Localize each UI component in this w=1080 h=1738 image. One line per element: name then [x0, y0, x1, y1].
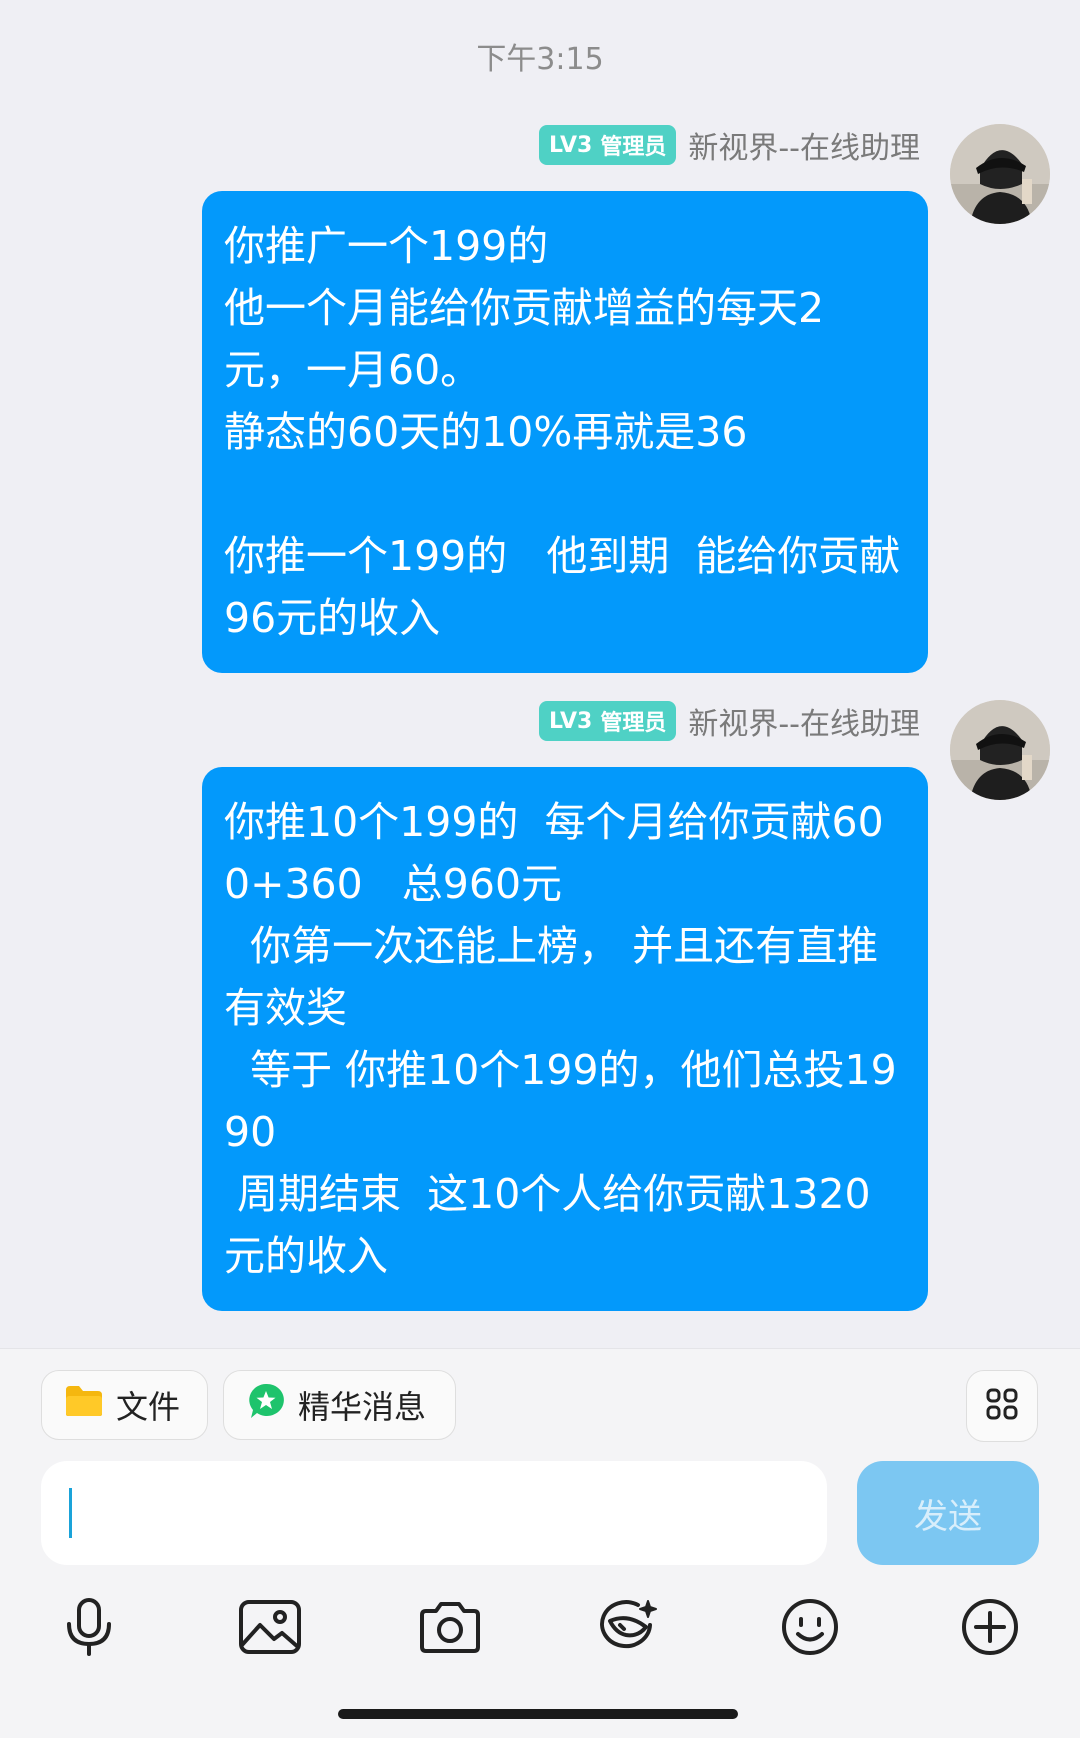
image-icon — [238, 1599, 302, 1659]
grid-icon — [985, 1387, 1019, 1425]
sender-name[interactable]: 新视界--在线助理 — [688, 699, 920, 743]
highlight-message-icon — [246, 1381, 286, 1429]
highlights-chip-label: 精华消息 — [298, 1388, 427, 1426]
microphone-icon — [61, 1596, 117, 1662]
message-bubble[interactable]: 你推10个199的 每个月给你贡献600+360 总960元 你第一次还能上榜，… — [202, 767, 928, 1311]
text-caret — [69, 1488, 72, 1538]
sticker-icon — [598, 1597, 662, 1661]
camera-icon — [418, 1599, 482, 1659]
sticker-button[interactable] — [594, 1593, 666, 1665]
level-label: LV3 — [549, 708, 593, 734]
home-indicator[interactable] — [338, 1709, 738, 1719]
timestamp: 下午3:15 — [476, 42, 604, 77]
message-meta: LV3 管理员 新视界--在线助理 — [539, 123, 920, 167]
message-input[interactable] — [41, 1461, 827, 1565]
more-button[interactable] — [954, 1593, 1026, 1665]
member-level-badge: LV3 管理员 — [539, 125, 677, 165]
level-label: LV3 — [549, 132, 593, 158]
image-button[interactable] — [234, 1593, 306, 1665]
voice-button[interactable] — [53, 1593, 125, 1665]
sender-name[interactable]: 新视界--在线助理 — [688, 123, 920, 167]
plus-icon — [960, 1597, 1020, 1661]
file-chip[interactable]: 文件 — [41, 1370, 208, 1440]
composer-panel: 文件 精华消息 发送 — [0, 1348, 1080, 1738]
emoji-icon — [780, 1597, 840, 1661]
folder-icon — [64, 1384, 104, 1426]
emoji-button[interactable] — [774, 1593, 846, 1665]
role-label: 管理员 — [600, 135, 667, 160]
apps-grid-button[interactable] — [966, 1370, 1038, 1442]
message-bubble[interactable]: 你推广一个199的 他一个月能给你贡献增益的每天2元，一月60。 静态的60天的… — [202, 191, 928, 673]
role-label: 管理员 — [600, 711, 667, 736]
camera-button[interactable] — [414, 1593, 486, 1665]
avatar[interactable] — [950, 124, 1050, 224]
file-chip-label: 文件 — [116, 1388, 181, 1426]
highlights-chip[interactable]: 精华消息 — [223, 1370, 456, 1440]
member-level-badge: LV3 管理员 — [539, 701, 677, 741]
message-meta: LV3 管理员 新视界--在线助理 — [539, 699, 920, 743]
avatar[interactable] — [950, 700, 1050, 800]
send-button[interactable]: 发送 — [857, 1461, 1039, 1565]
